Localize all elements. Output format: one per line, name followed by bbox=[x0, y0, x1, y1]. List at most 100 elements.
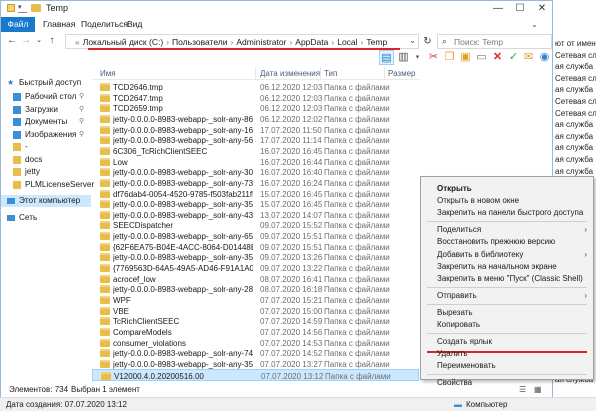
menu-item-label: Удалить bbox=[437, 349, 468, 359]
file-date: 09.07.2020 13:22 bbox=[260, 264, 323, 274]
copy-icon[interactable]: ❐ bbox=[442, 50, 457, 65]
address-bar[interactable]: «Локальный диск (C:) › Пользователи › Admini… bbox=[65, 34, 419, 50]
menu-item[interactable]: Закрепить на начальном экране bbox=[421, 261, 593, 273]
tab-home[interactable]: Главная bbox=[43, 19, 75, 29]
cut-icon[interactable]: ✂ bbox=[426, 50, 441, 65]
menu-item[interactable]: Закрепить в меню "Пуск" (Classic Shell) bbox=[421, 273, 593, 285]
tab-file[interactable]: Файл bbox=[1, 17, 35, 32]
column-type[interactable]: Тип bbox=[324, 69, 337, 78]
breadcrumb-item[interactable]: Temp bbox=[366, 37, 387, 47]
file-name: jetty-0.0.0.0-8983-webapp-_solr-any-3518… bbox=[113, 253, 253, 263]
breadcrumb-separator-icon[interactable]: › bbox=[289, 37, 292, 47]
file-type: Папка с файлами bbox=[325, 371, 391, 381]
menu-item[interactable]: Переименовать bbox=[421, 360, 593, 372]
file-type: Папка с файлами bbox=[324, 306, 390, 316]
nav-quick-access-label: Быстрый доступ bbox=[19, 78, 82, 87]
details-bar: Дата создания: 07.07.2020 13:12 ▬ Компью… bbox=[0, 397, 596, 411]
column-date[interactable]: Дата изменения bbox=[260, 69, 320, 78]
tab-share[interactable]: Поделиться bbox=[81, 19, 128, 29]
move-icon[interactable]: ▭ bbox=[474, 50, 489, 65]
nav-item-label: docs bbox=[25, 154, 43, 164]
folder-icon bbox=[100, 93, 110, 102]
menu-item[interactable]: Вырезать bbox=[421, 307, 593, 319]
menu-item[interactable]: Удалить bbox=[421, 348, 593, 360]
nav-item[interactable]: Рабочий стол ⚲ bbox=[1, 91, 91, 103]
menu-item[interactable]: Открыть в новом окне bbox=[421, 195, 593, 207]
nav-item[interactable]: jetty bbox=[1, 166, 91, 178]
search-box[interactable]: ⌕ Поиск: Temp bbox=[437, 34, 552, 49]
menu-item[interactable]: Создать ярлык bbox=[421, 336, 593, 348]
nav-item[interactable]: - bbox=[1, 141, 91, 153]
breadcrumb-item[interactable]: Administrator bbox=[236, 37, 286, 47]
nav-item-label: - bbox=[25, 142, 28, 151]
breadcrumb-item[interactable]: AppData bbox=[295, 37, 328, 47]
pin-icon[interactable]: ⚲ bbox=[79, 116, 84, 128]
forward-arrow-icon[interactable]: → bbox=[19, 34, 33, 48]
properties-icon[interactable]: ✉ bbox=[521, 50, 536, 65]
quick-access-dropdown-icon[interactable]: ▾ bbox=[18, 4, 27, 13]
file-name: TCD2647.tmp bbox=[113, 93, 163, 103]
nav-item[interactable]: Документы ⚲ bbox=[1, 116, 91, 128]
file-row[interactable]: V12000.4.0.20200516.00 07.07.2020 13:12 Па… bbox=[92, 368, 419, 382]
menu-item[interactable]: Свойства bbox=[421, 377, 593, 389]
file-date: 07.07.2020 14:59 bbox=[260, 317, 323, 327]
breadcrumb-item[interactable]: Local bbox=[337, 37, 357, 47]
column-name[interactable]: Имя bbox=[100, 69, 116, 78]
refresh-icon[interactable]: ↻ bbox=[421, 35, 434, 48]
preview-pane-icon[interactable]: ▤ bbox=[379, 50, 394, 65]
folder-icon bbox=[100, 285, 110, 294]
maximize-button[interactable]: ☐ bbox=[509, 1, 531, 17]
nav-quick-access[interactable]: ★ Быстрый доступ bbox=[1, 77, 91, 89]
up-arrow-icon[interactable]: ↑ bbox=[45, 34, 59, 48]
nav-item[interactable]: Изображения ⚲ bbox=[1, 129, 91, 141]
file-name: TCD2646.tmp bbox=[113, 83, 163, 92]
breadcrumb-separator-icon[interactable]: › bbox=[231, 37, 234, 47]
file-name: jetty-0.0.0.0-8983-webapp-_solr-any-7338… bbox=[113, 178, 253, 188]
nav-item[interactable]: docs bbox=[1, 154, 91, 166]
file-name: 6C306_TcRichClientSEEC bbox=[113, 146, 208, 156]
back-arrow-icon[interactable]: ← bbox=[5, 34, 19, 48]
menu-separator bbox=[427, 286, 587, 288]
file-name: df76dab4-0054-4520-9785-f503fab211f5 bbox=[113, 189, 253, 199]
nav-network[interactable]: Сеть bbox=[1, 212, 91, 224]
menu-item[interactable]: Закрепить на панели быстрого доступа bbox=[421, 207, 593, 219]
menu-item[interactable]: Открыть bbox=[421, 183, 593, 195]
ribbon-expand-icon[interactable]: ⌄ bbox=[531, 19, 538, 30]
tab-view[interactable]: Вид bbox=[127, 19, 142, 29]
recent-dropdown-icon[interactable]: ⌄ bbox=[32, 34, 46, 48]
close-button[interactable]: ✕ bbox=[531, 1, 553, 17]
breadcrumb-overflow-icon[interactable]: « bbox=[75, 37, 80, 47]
nav-this-pc[interactable]: Этот компьютер bbox=[1, 195, 91, 207]
address-dropdown-icon[interactable]: ⌄ bbox=[409, 36, 416, 45]
pin-icon[interactable]: ⚲ bbox=[79, 91, 84, 103]
layout-dropdown-icon[interactable]: ▾ bbox=[410, 50, 425, 65]
delete-icon[interactable]: ✕ bbox=[490, 50, 505, 65]
nav-item[interactable]: PLMLicenseServer bbox=[1, 179, 94, 191]
background-row-text: ая служба bbox=[555, 154, 594, 164]
file-date: 09.07.2020 15:52 bbox=[260, 221, 323, 231]
menu-item[interactable]: Восстановить прежнюю версию bbox=[421, 236, 593, 248]
minimize-button[interactable]: — bbox=[487, 1, 509, 17]
nav-item[interactable]: Загрузки ⚲ bbox=[1, 104, 91, 116]
menu-item[interactable]: Отправить › bbox=[421, 290, 593, 302]
file-name: jetty-0.0.0.0-8983-webapp-_solr-any-3518… bbox=[113, 359, 253, 369]
breadcrumb-item[interactable]: Локальный диск (C:) bbox=[83, 37, 163, 47]
breadcrumb-separator-icon[interactable]: › bbox=[166, 37, 169, 47]
column-size[interactable]: Размер bbox=[388, 69, 416, 78]
menu-item[interactable]: Копировать bbox=[421, 319, 593, 331]
confirm-icon[interactable]: ✓ bbox=[506, 50, 521, 65]
pin-icon[interactable]: ⚲ bbox=[79, 104, 84, 116]
menu-item[interactable]: Добавить в библиотеку › bbox=[421, 249, 593, 261]
globe-icon[interactable]: ◉ bbox=[537, 50, 552, 65]
paste-icon[interactable]: ▣ bbox=[458, 50, 473, 65]
library-icon bbox=[13, 93, 21, 101]
menu-item[interactable]: Поделиться › bbox=[421, 224, 593, 236]
breadcrumb-separator-icon[interactable]: › bbox=[331, 37, 334, 47]
breadcrumb-item[interactable]: Пользователи bbox=[172, 37, 227, 47]
quick-access-save-icon[interactable] bbox=[7, 4, 15, 12]
details-pane-icon[interactable]: ▥ bbox=[396, 50, 411, 65]
breadcrumb-separator-icon[interactable]: › bbox=[361, 37, 364, 47]
pin-icon[interactable]: ⚲ bbox=[79, 129, 84, 141]
background-row-text: Сетевая служба bbox=[555, 50, 596, 60]
folder-icon bbox=[100, 83, 110, 91]
